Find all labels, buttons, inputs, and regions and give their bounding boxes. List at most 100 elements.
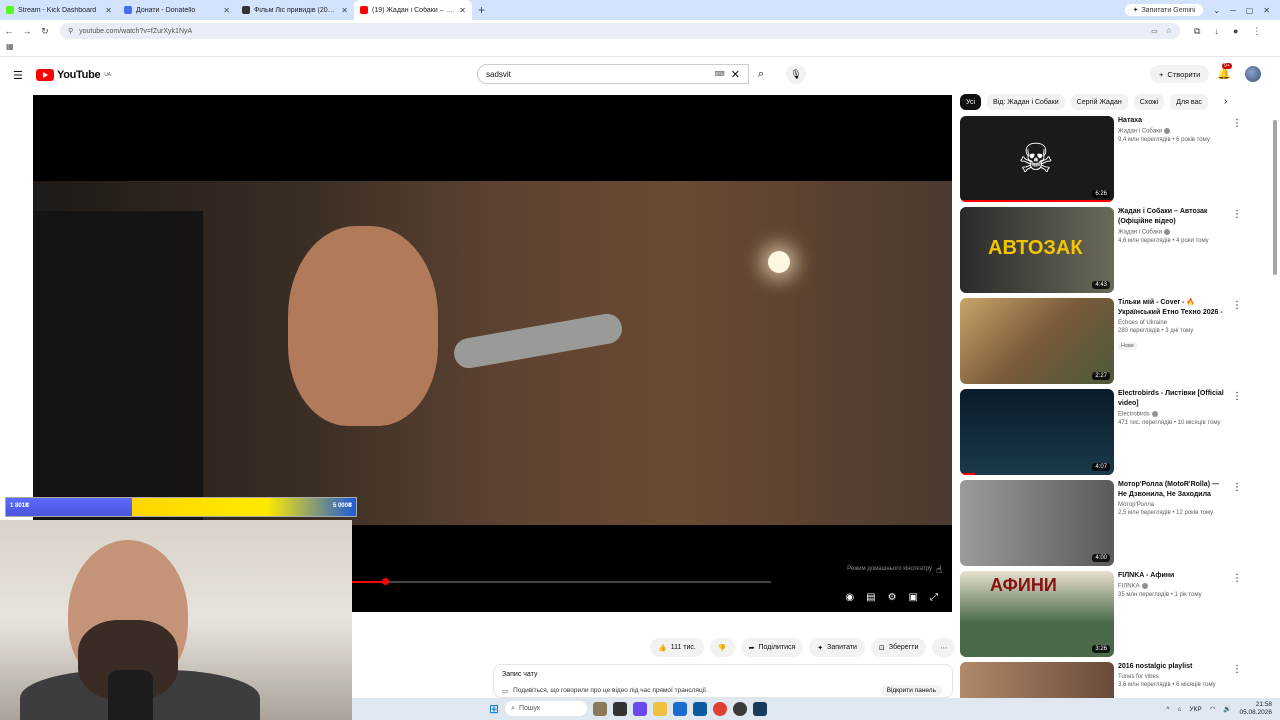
copilot-icon[interactable] [633, 701, 648, 716]
chips-next-icon[interactable]: › [1224, 96, 1227, 107]
settings-gear-icon[interactable]: ⚙ [888, 592, 897, 603]
windows-start-icon[interactable]: ⊞ [489, 702, 499, 716]
store-icon[interactable] [693, 701, 708, 716]
close-window-icon[interactable]: ✕ [1263, 6, 1270, 15]
progress-bar[interactable] [351, 578, 771, 585]
more-actions-button[interactable]: ⋯ [932, 638, 956, 657]
video-title[interactable]: Electrobirds - Листівки [Official video] [1118, 389, 1228, 409]
video-thumbnail[interactable]: 4:07 [960, 389, 1114, 475]
bookmark-star-icon[interactable]: ☆ [1166, 27, 1172, 35]
hamburger-menu-icon[interactable]: ☰ [13, 69, 27, 82]
cast-icon[interactable]: ▭ [1151, 27, 1158, 35]
widgets-icon[interactable] [593, 701, 608, 716]
youtube-logo[interactable]: YouTube UA [36, 69, 111, 81]
list-item[interactable]: 2:27 Тільки мій - Cover - 🔥 Український … [960, 298, 1250, 389]
browser-tab[interactable]: Stream - Kick Dashboard ✕ [0, 0, 118, 20]
menu-dots-icon[interactable]: ⋮ [1252, 26, 1261, 37]
channel-name[interactable]: Жадан і Собаки [1118, 129, 1162, 135]
chip-serhiy-zhadan[interactable]: Сергій Жадан [1070, 94, 1128, 110]
tray-chevron-icon[interactable]: ^ [1166, 706, 1169, 713]
channel-name[interactable]: Жадан і Собаки [1118, 230, 1162, 236]
close-tab-icon[interactable]: ✕ [223, 6, 230, 15]
open-chat-button[interactable]: Відкрити панель [880, 685, 942, 696]
video-title[interactable]: Жадан і Собаки – Автозак (Офіційне відео… [1118, 207, 1228, 227]
browser-tab-active[interactable]: (19) Жадан і Собаки – Ма… ✕ [354, 0, 472, 20]
channel-name[interactable]: Tunes for vibes [1118, 674, 1159, 680]
video-thumbnail[interactable]: АФИНИ 3:26 [960, 571, 1114, 657]
browser-tab[interactable]: Фільм Ліс привидів (2016) он…✕ [236, 0, 354, 20]
channel-name[interactable]: FIЛNKA [1118, 584, 1140, 590]
video-thumbnail[interactable]: 2:27 [960, 298, 1114, 384]
close-tab-icon[interactable]: ✕ [105, 6, 112, 15]
search-button[interactable]: ⌕ [749, 64, 773, 84]
video-title[interactable]: Тільки мій - Cover - 🔥 Український Етно … [1118, 298, 1228, 318]
site-info-icon[interactable]: ⚲ [68, 27, 73, 35]
obs-icon[interactable] [733, 701, 748, 716]
tab-search-icon[interactable]: ⌄ [1213, 6, 1220, 15]
video-thumbnail[interactable]: 4:00 [960, 480, 1114, 566]
forward-icon[interactable]: → [18, 26, 36, 36]
video-title[interactable]: FIЛNKA - Афини [1118, 571, 1228, 581]
ask-button[interactable]: ✦ Запитати [809, 638, 865, 657]
like-button[interactable]: 👍 111 тис. [650, 638, 704, 657]
more-options-icon[interactable]: ⋮ [1232, 391, 1242, 402]
keyboard-icon[interactable]: ⌨ [715, 70, 725, 78]
taskbar-search-input[interactable]: ⌕ Пошук [505, 701, 588, 716]
channel-name[interactable]: Мотор'Ролла [1118, 502, 1154, 508]
page-scrollbar[interactable] [1273, 120, 1277, 275]
extensions-icon[interactable]: ⧉ [1194, 26, 1200, 37]
miniplayer-icon[interactable]: ▣ [909, 592, 918, 603]
profile-icon[interactable]: ● [1233, 26, 1238, 37]
close-tab-icon[interactable]: ✕ [341, 6, 348, 15]
voice-search-button[interactable]: 🎙 [786, 64, 806, 84]
minimize-icon[interactable]: ─ [1230, 6, 1236, 15]
subtitles-icon[interactable]: ▤ [866, 592, 875, 603]
list-item[interactable]: ☠ 6:26 Натаха Жадан і Собаки 9,4 млн перег… [960, 116, 1250, 207]
video-thumbnail[interactable]: ☠ 6:26 [960, 116, 1114, 202]
chrome-icon[interactable] [713, 701, 728, 716]
clear-search-icon[interactable]: ✕ [731, 68, 740, 81]
create-button[interactable]: + Створити [1150, 65, 1210, 83]
video-title[interactable]: Мотор'Ролла (MotoR'Rolla) — Не Дзвонила,… [1118, 480, 1228, 500]
save-button[interactable]: ⊡ Зберегти [870, 638, 927, 657]
more-options-icon[interactable]: ⋮ [1232, 573, 1242, 584]
volume-icon[interactable]: 🔊 [1223, 705, 1231, 713]
reload-icon[interactable]: ↻ [36, 26, 54, 37]
network-icon[interactable]: ⌂ [1177, 706, 1181, 713]
url-field[interactable]: ⚲ youtube.com/watch?v=fZurXyk1NyA ▭ ☆ [60, 23, 1180, 39]
language-indicator[interactable]: УКР [1189, 706, 1201, 713]
list-item[interactable]: 4:07 Electrobirds - Листівки [Official v… [960, 389, 1250, 480]
chip-related[interactable]: Схожі [1133, 94, 1165, 110]
gemini-button[interactable]: ✦ Запитати Gemini [1124, 4, 1204, 16]
back-icon[interactable]: ← [0, 26, 18, 36]
list-item[interactable]: АВТОЗАК 4:43 Жадан і Собаки – Автозак (О… [960, 207, 1250, 298]
dislike-button[interactable]: 👎 [709, 638, 735, 657]
channel-name[interactable]: Electrobirds [1118, 412, 1150, 418]
chip-for-you[interactable]: Для вас [1170, 94, 1208, 110]
chip-all[interactable]: Усі [960, 94, 982, 110]
apps-grid-icon[interactable]: ▦ [6, 42, 14, 51]
more-options-icon[interactable]: ⋮ [1232, 482, 1242, 493]
list-item[interactable]: АФИНИ 3:26 FIЛNKA - Афини FIЛNKA 35 млн пе… [960, 571, 1250, 662]
maximize-icon[interactable]: ▢ [1246, 6, 1254, 15]
edge-icon[interactable] [673, 701, 688, 716]
search-input[interactable]: sadsvit ⌨ ✕ [477, 64, 749, 84]
share-button[interactable]: ➦ Поділитися [740, 638, 804, 657]
close-tab-icon[interactable]: ✕ [459, 6, 466, 15]
notifications-button[interactable]: 🔔 9+ [1217, 63, 1232, 80]
wifi-icon[interactable]: ◠ [1210, 705, 1216, 713]
avatar[interactable] [1245, 66, 1261, 82]
fullscreen-icon[interactable]: ⤢ [930, 592, 938, 603]
video-title[interactable]: 2016 nostalgic playlist [1118, 662, 1228, 672]
browser-tab[interactable]: Донати - Donatello ✕ [118, 0, 236, 20]
more-options-icon[interactable]: ⋮ [1232, 300, 1242, 311]
autoplay-toggle-icon[interactable]: ◉ [845, 592, 854, 603]
channel-name[interactable]: Echoes of Ukraine [1118, 320, 1167, 326]
list-item[interactable]: 4:00 Мотор'Ролла (MotoR'Rolla) — Не Дзво… [960, 480, 1250, 571]
more-options-icon[interactable]: ⋮ [1232, 118, 1242, 129]
task-view-icon[interactable] [613, 701, 628, 716]
steam-icon[interactable] [753, 701, 768, 716]
more-options-icon[interactable]: ⋮ [1232, 209, 1242, 220]
new-tab-button[interactable]: + [478, 3, 485, 17]
file-explorer-icon[interactable] [653, 701, 668, 716]
